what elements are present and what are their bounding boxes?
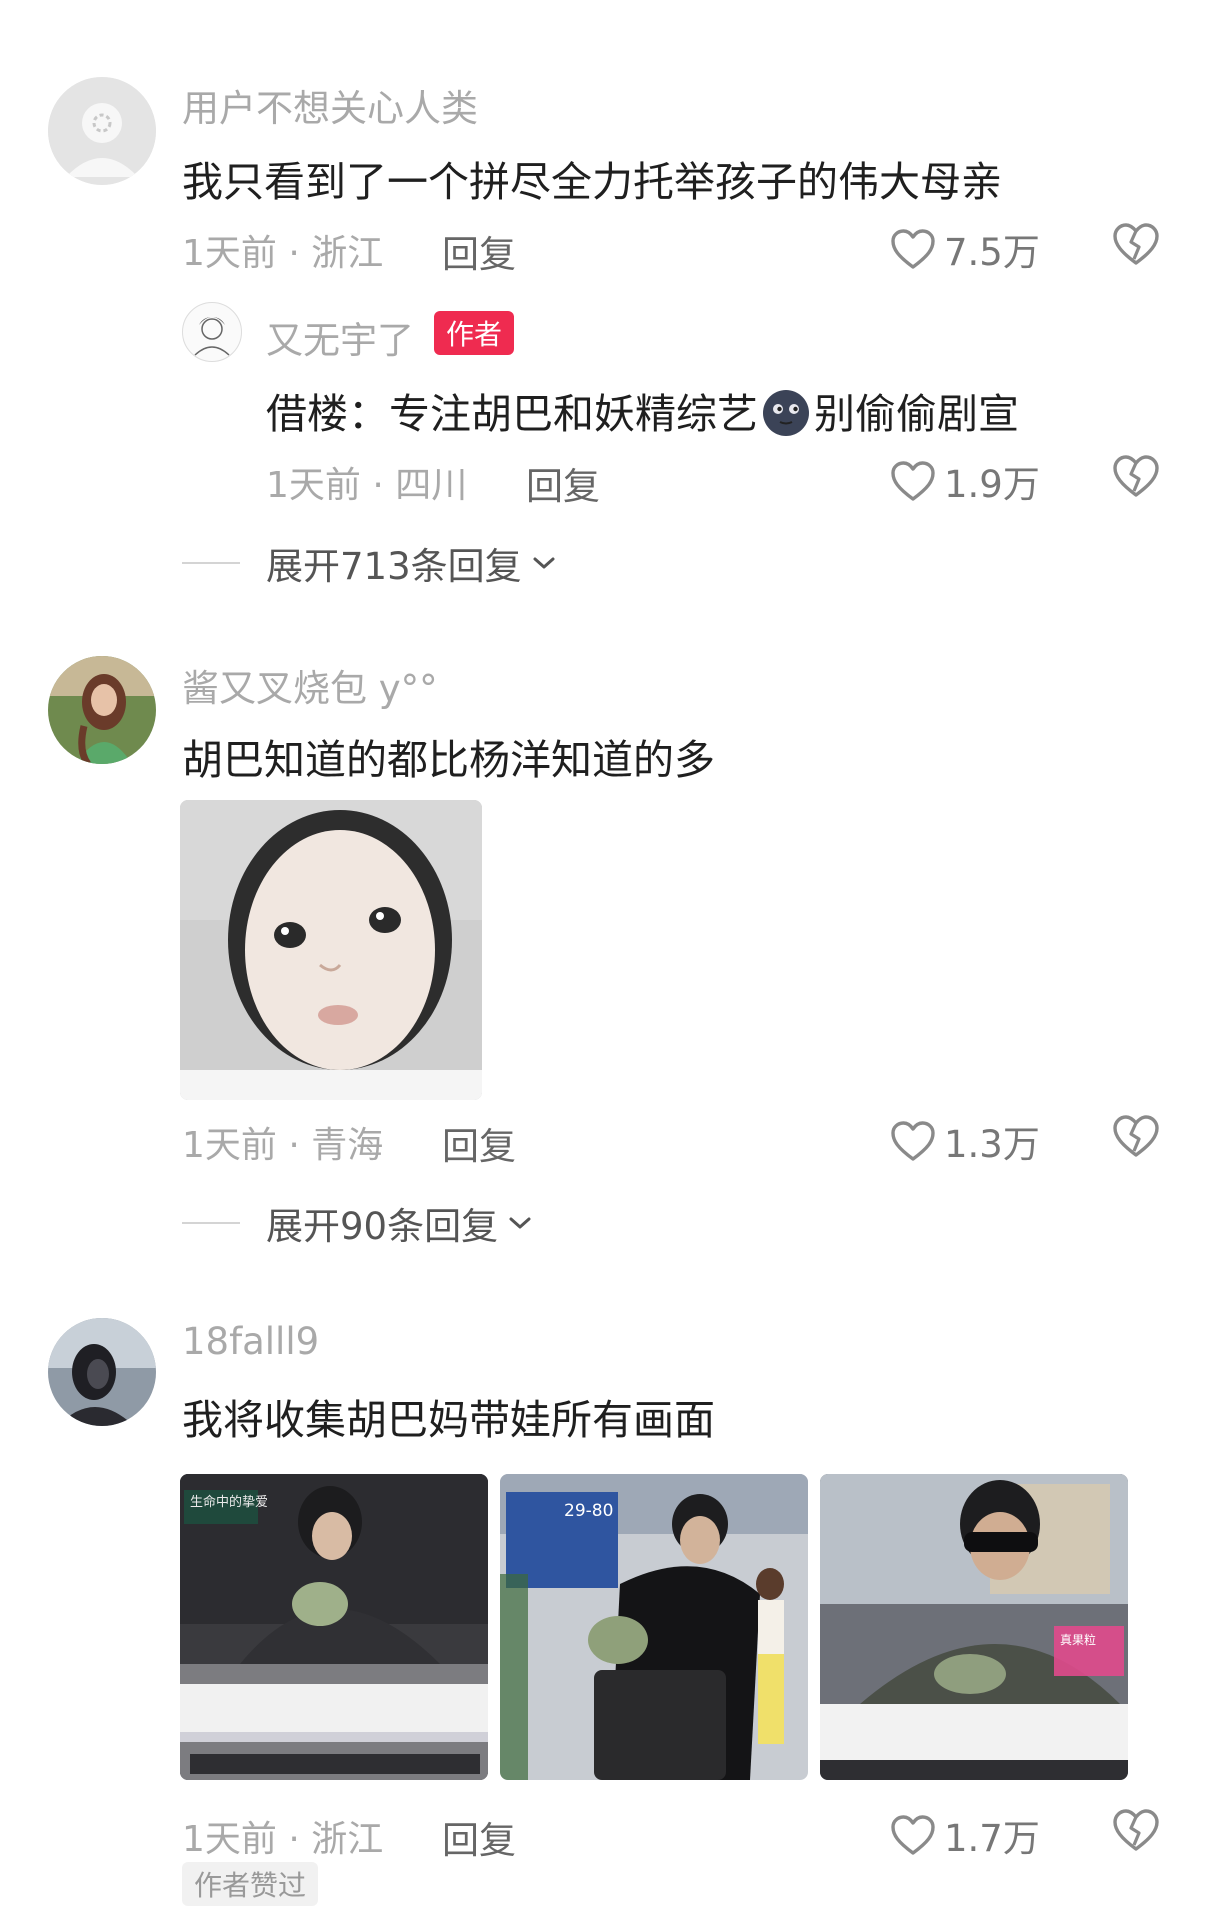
video-still-car-sunglasses-image: 真果粒 — [820, 1474, 1128, 1780]
broken-heart-icon[interactable] — [1112, 1808, 1160, 1852]
divider-line — [182, 562, 240, 564]
author-avatar[interactable] — [182, 302, 242, 362]
reply-button[interactable]: 回复 — [526, 456, 600, 510]
image-caption: 29-80 — [564, 1501, 613, 1521]
comment-text[interactable]: 我将收集胡巴妈带娃所有画面 — [182, 1386, 715, 1446]
comment-image[interactable]: 29-80 — [500, 1474, 808, 1780]
portrait-avatar-icon — [48, 656, 156, 764]
expand-replies-button[interactable]: 展开713条回复 — [182, 536, 556, 590]
comment-username[interactable]: 18falll9 — [182, 1320, 319, 1363]
child-face-mask-image — [180, 800, 482, 1100]
user-avatar[interactable] — [48, 656, 156, 764]
video-still-airport-image: 29-80 — [500, 1474, 808, 1780]
comment-meta: 1天前 · 浙江 — [182, 233, 384, 274]
expand-replies-button[interactable]: 展开90条回复 — [182, 1196, 532, 1250]
author-badge: 作者 — [434, 311, 515, 355]
reply-text[interactable]: 借楼：专注胡巴和妖精综艺 别偷偷剧宣 — [266, 380, 1019, 440]
reply-meta: 1天前 · 四川 — [266, 465, 468, 506]
chevron-down-icon — [533, 557, 555, 569]
broken-heart-icon[interactable] — [1112, 222, 1160, 266]
sketch-avatar-icon — [183, 303, 241, 361]
heart-outline-icon — [891, 1815, 935, 1855]
heart-outline-icon — [891, 461, 935, 501]
reply-text-part: 借楼：专注胡巴和妖精综艺 — [266, 390, 758, 438]
default-avatar-icon — [48, 77, 156, 185]
like-count: 1.7万 — [944, 1817, 1040, 1860]
user-avatar[interactable] — [48, 1318, 156, 1426]
comment-image[interactable]: 真果粒 — [820, 1474, 1128, 1780]
comment-image[interactable]: 生命中的挚爱 — [180, 1474, 488, 1780]
reply-text-part: 别偷偷剧宣 — [814, 390, 1019, 438]
like-count: 1.9万 — [944, 463, 1040, 506]
video-still-car-image: 生命中的挚爱 — [180, 1474, 488, 1780]
chevron-down-icon — [509, 1217, 531, 1229]
reply-button[interactable]: 回复 — [442, 1810, 516, 1864]
comment-text[interactable]: 我只看到了一个拼尽全力托举孩子的伟大母亲 — [182, 148, 1002, 208]
default-avatar[interactable] — [48, 77, 156, 185]
reply-username[interactable]: 又无宇了 — [266, 310, 414, 364]
divider-line — [182, 1222, 240, 1224]
image-caption: 真果粒 — [1060, 1632, 1096, 1647]
expand-replies-label: 展开90条回复 — [266, 1205, 499, 1248]
reply-button[interactable]: 回复 — [442, 1116, 516, 1170]
dark-portrait-avatar-icon — [48, 1318, 156, 1426]
comment-username[interactable]: 酱又叉烧包 y°° — [182, 658, 438, 712]
heart-outline-icon — [891, 229, 935, 269]
like-button[interactable]: 1.9万 — [890, 454, 1040, 508]
comment-meta: 1天前 · 浙江 — [182, 1819, 384, 1860]
moon-face-icon — [758, 386, 814, 438]
like-button[interactable]: 7.5万 — [890, 222, 1040, 276]
comment-username[interactable]: 用户不想关心人类 — [182, 78, 478, 132]
comment-text[interactable]: 胡巴知道的都比杨洋知道的多 — [182, 726, 715, 786]
broken-heart-icon[interactable] — [1112, 1114, 1160, 1158]
like-button[interactable]: 1.3万 — [890, 1114, 1040, 1168]
comment-meta: 1天前 · 青海 — [182, 1125, 384, 1166]
like-count: 1.3万 — [944, 1123, 1040, 1166]
image-caption: 生命中的挚爱 — [190, 1494, 268, 1510]
comment-image[interactable] — [180, 800, 482, 1100]
expand-replies-label: 展开713条回复 — [266, 545, 522, 588]
reply-button[interactable]: 回复 — [442, 224, 516, 278]
like-button[interactable]: 1.7万 — [890, 1808, 1040, 1862]
broken-heart-icon[interactable] — [1112, 454, 1160, 498]
author-liked-tag: 作者赞过 — [182, 1862, 319, 1906]
like-count: 7.5万 — [944, 231, 1040, 274]
heart-outline-icon — [891, 1121, 935, 1161]
